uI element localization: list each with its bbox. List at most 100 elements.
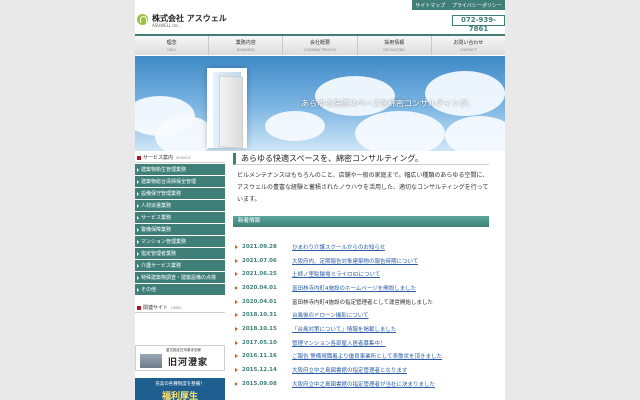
news-item: 2021.06.25 土師ノ里駐輪場ミライロIDについて (235, 267, 489, 281)
nav-label: 採用情報 (384, 40, 405, 46)
arrow-icon (235, 299, 238, 304)
news-title-link[interactable]: 土師ノ里駐輪場ミライロIDについて (292, 270, 380, 278)
news-item: 2018.10.15 「台風対策について」情報を掲載しました (235, 322, 489, 336)
intro-text: ビルメンテナンスはもちろんのこと、店舗や一般の家庭まで。幅広い種類のあらゆる空間… (237, 172, 489, 203)
sidebar-item-inspection[interactable]: 特殊建築物調査・建築設備の点検 (135, 271, 225, 283)
nav-label: 理念 (166, 40, 177, 46)
news-item: 2015.09.08 大阪府立中之島図書館の指定管理者が当社に決まりました (235, 377, 489, 391)
top-utility-bar: サイトマップ プライバシーポリシー (412, 0, 505, 10)
news-date: 2021.09.28 (242, 243, 277, 250)
hero-banner: あらゆる快適スペースを綿密コンサルティング。 (135, 56, 505, 151)
arrow-icon (235, 258, 238, 263)
sidebar-item-care[interactable]: 介護サービス業務 (135, 259, 225, 271)
news-heading: 新着情報 (233, 216, 489, 227)
company-name-en: ASUWELL Inc. (152, 23, 180, 28)
links-heading-en: LINKS (171, 305, 182, 310)
nav-sublabel: RECRUITING (383, 48, 406, 52)
nav-label: 業務内容 (235, 40, 256, 46)
page: サイトマップ プライバシーポリシー 株式会社 アスウェル ASUWELL Inc… (0, 0, 640, 400)
nav-label: お問い合わせ (453, 40, 484, 46)
sidebar-item-building-hygiene[interactable]: 建築物衛生管理業務 (135, 163, 225, 175)
news-title-link[interactable]: 台風後のドローン撮影について (292, 311, 369, 319)
news-title: 富田林寺内町4施設の指定管理者として運営開始しました (292, 299, 433, 306)
main-title: あらゆる快適スペースを、綿密コンサルティング。 (233, 153, 489, 165)
kawazumi-house-banner[interactable]: 重文指定日河原寺旧家 旧河澄家 (135, 345, 225, 371)
news-date: 2016.11.16 (242, 353, 277, 360)
privacy-policy-link[interactable]: プライバシーポリシー (452, 2, 502, 9)
nav-sublabel: BUSINESS (237, 48, 255, 52)
sidebar-item-mansion[interactable]: マンション管理業務 (135, 235, 225, 247)
sidebar-item-staffing[interactable]: 人材派遣業務 (135, 199, 225, 211)
heading-marker-icon (137, 155, 141, 160)
news-item: 2020.04.01 富田林寺内町4施設のホームページを開設しました (235, 281, 489, 295)
phone-number: 072-939-7861 (452, 15, 505, 33)
nav-sublabel: CONTACT (460, 48, 477, 52)
news-date: 2015.12.14 (242, 367, 277, 374)
nav-sublabel: IDEA (167, 48, 176, 52)
links-heading: 関連サイト LINKS (135, 303, 225, 313)
sidebar-item-equipment[interactable]: 設備保守管理業務 (135, 187, 225, 199)
nav-item-idea[interactable]: 理念 IDEA (135, 36, 210, 55)
nav-sublabel: COMPANY PROFILE (303, 48, 337, 52)
arrow-icon (235, 244, 238, 249)
news-date: 2018.10.31 (242, 312, 277, 319)
arrow-icon (235, 340, 238, 345)
news-date: 2020.04.01 (242, 284, 277, 291)
welfare-banner[interactable]: 充実の各種制度を整備！ 福利厚生 (135, 378, 225, 400)
news-title-link[interactable]: 「台風対策について」情報を掲載しました (292, 325, 396, 333)
news-item: 2018.10.31 台風後のドローン撮影について (235, 308, 489, 322)
arrow-icon (235, 313, 238, 318)
arrow-icon (235, 381, 238, 386)
news-date: 2021.07.06 (242, 257, 277, 264)
news-item: 2021.07.06 大阪府内、定期報告対象建築物の報告時期について (235, 254, 489, 268)
news-date: 2021.06.25 (242, 271, 277, 278)
banner-title: 福利厚生 (161, 392, 198, 400)
news-title-link[interactable]: 管理マンション各部屋入居者募集中！ (292, 339, 386, 347)
sidebar-item-cleaning[interactable]: 建築物総合清掃保全管理 (135, 175, 225, 187)
nav-label: 会社概要 (310, 40, 331, 46)
news-title-link[interactable]: ご報告 警備現職着より優良事業所として表敬状を頂きました (292, 352, 442, 360)
nav-item-business[interactable]: 業務内容 BUSINESS (209, 36, 284, 55)
news-title-link[interactable]: 大阪府内、定期報告対象建築物の報告時期について (292, 257, 418, 265)
company-logo[interactable]: 株式会社 アスウェル ASUWELL Inc. (137, 13, 227, 29)
sidebar-item-service[interactable]: サービス業務 (135, 211, 225, 223)
sidebar-item-designated[interactable]: 指定管理者業務 (135, 247, 225, 259)
service-heading-en: SERVICE (176, 155, 191, 160)
arrow-icon (235, 285, 238, 290)
sidebar-item-security[interactable]: 警備保障業務 (135, 223, 225, 235)
hero-caption: あらゆる快適スペースを綿密コンサルティング。 (301, 99, 475, 108)
news-date: 2015.09.08 (242, 380, 277, 387)
news-date: 2018.10.15 (242, 325, 277, 332)
news-title-link[interactable]: 大阪府立中之島図書館の指定管理者が当社に決まりました (292, 380, 435, 388)
news-item: 2017.05.10 管理マンション各部屋入居者募集中！ (235, 336, 489, 350)
sitemap-link[interactable]: サイトマップ (415, 2, 445, 9)
logo-mark-icon (137, 14, 148, 25)
building-photo (140, 354, 162, 368)
news-item: 2021.09.28 ひまわり介護スクールからのお知らせ (235, 240, 489, 254)
news-date: 2017.05.10 (242, 339, 277, 346)
links-heading-label: 関連サイト (143, 305, 169, 311)
arrow-icon (235, 354, 238, 359)
nav-item-recruiting[interactable]: 採用情報 RECRUITING (358, 36, 432, 55)
news-item: 2020.04.01 富田林寺内町4施設の指定管理者として運営開始しました (235, 295, 489, 309)
banner-subtitle: 重文指定日河原寺旧家 (166, 348, 201, 352)
arrow-icon (235, 326, 238, 331)
arrow-icon (235, 272, 238, 277)
sidebar: サービス案内 SERVICE 建築物衛生管理業務 建築物総合清掃保全管理 設備保… (135, 153, 225, 313)
news-date: 2020.04.01 (242, 298, 277, 305)
news-item: 2015.12.14 大阪府立中之島図書館の指定管理者となります (235, 363, 489, 377)
news-list: 2021.09.28 ひまわり介護スクールからのお知らせ 2021.07.06 大阪… (235, 240, 489, 391)
news-title-link[interactable]: 富田林寺内町4施設のホームページを開設しました (292, 284, 416, 292)
global-nav: 理念 IDEA 業務内容 BUSINESS 会社概要 COMPANY PROFI… (135, 34, 505, 55)
sidebar-item-other[interactable]: その他 (135, 283, 225, 295)
heading-marker-icon (137, 305, 141, 310)
news-item: 2016.11.16 ご報告 警備現職着より優良事業所として表敬状を頂きました (235, 350, 489, 364)
nav-item-contact[interactable]: お問い合わせ CONTACT (432, 36, 505, 55)
service-heading: サービス案内 SERVICE (135, 153, 225, 163)
nav-item-company[interactable]: 会社概要 COMPANY PROFILE (283, 36, 358, 55)
banner-title: 旧河澄家 (168, 358, 209, 368)
news-title-link[interactable]: 大阪府立中之島図書館の指定管理者となります (292, 366, 407, 374)
service-heading-label: サービス案内 (143, 155, 174, 161)
news-title-link[interactable]: ひまわり介護スクールからのお知らせ (292, 243, 385, 251)
door-leaf-image (219, 75, 243, 149)
